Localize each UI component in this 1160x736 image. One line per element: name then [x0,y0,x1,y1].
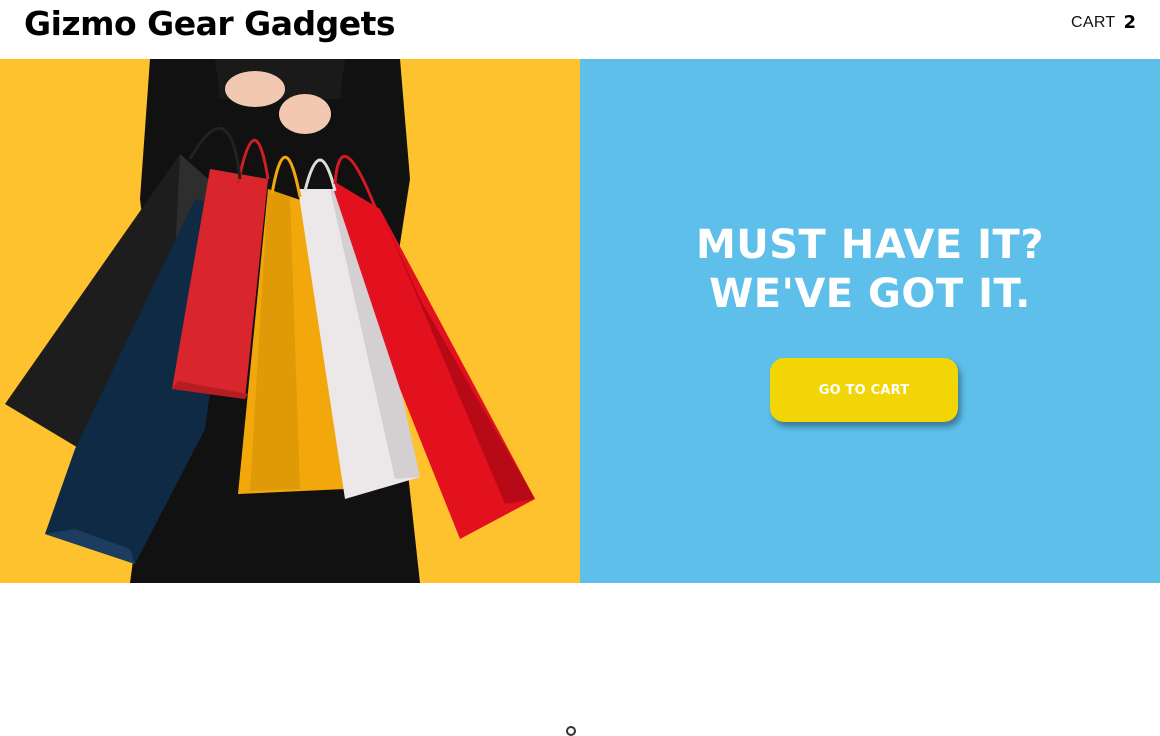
hero-promo-panel: MUST HAVE IT? WE'VE GOT IT. GO TO CART [580,59,1160,583]
cart-label: CART [1071,13,1116,31]
hero-headline: MUST HAVE IT? WE'VE GOT IT. [580,221,1160,319]
headline-line-1: MUST HAVE IT? [695,222,1045,268]
headline-line-2: WE'VE GOT IT. [709,271,1031,317]
site-header: Gizmo Gear Gadgets CART 2 [0,0,1160,59]
brand-logo-link[interactable]: Gizmo Gear Gadgets [24,2,396,46]
shopping-bags-illustration [0,59,580,583]
go-to-cart-button[interactable]: GO TO CART [770,358,958,422]
cart-link[interactable]: CART 2 [1071,12,1136,33]
shopping-bags-image [0,59,580,583]
hero-section: MUST HAVE IT? WE'VE GOT IT. GO TO CART [0,59,1160,583]
content-below-hero [0,583,1160,736]
partial-icon [566,726,576,736]
cart-count-badge: 2 [1123,12,1136,33]
